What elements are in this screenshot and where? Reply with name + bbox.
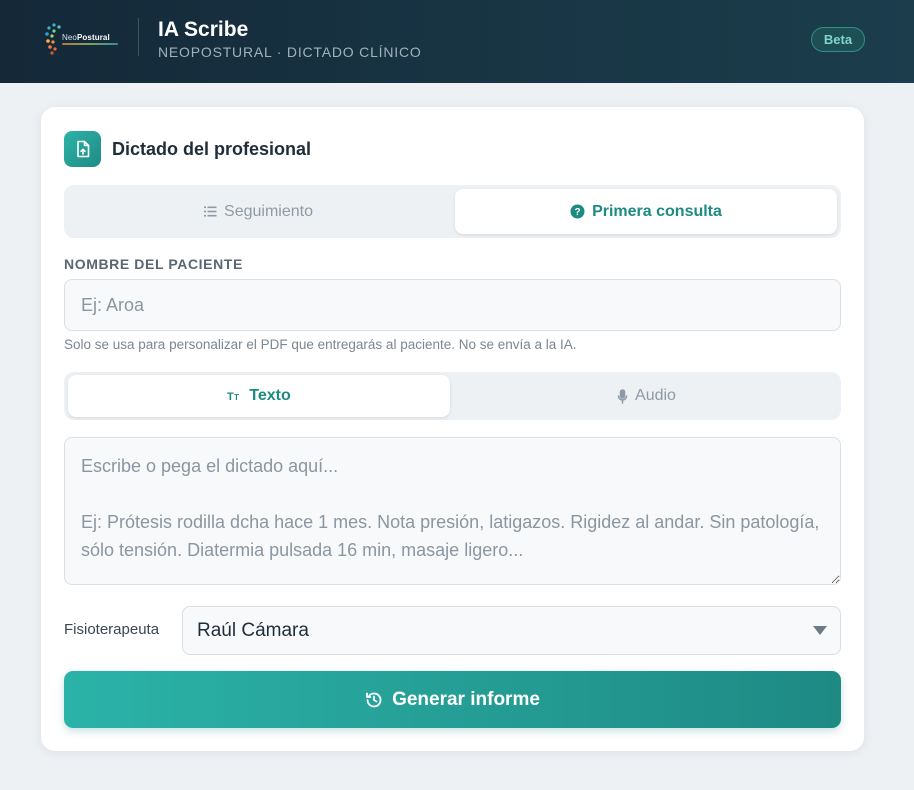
svg-text:T: T xyxy=(227,391,234,402)
header-divider xyxy=(138,18,139,56)
history-icon xyxy=(366,692,382,707)
tab-primera-consulta-label: Primera consulta xyxy=(592,202,722,220)
question-circle-icon: ? xyxy=(570,204,585,219)
dictation-textarea[interactable] xyxy=(64,437,841,585)
physio-label: Fisioterapeuta xyxy=(64,621,160,638)
consult-type-toggle: Seguimiento ? Primera consulta xyxy=(64,185,841,238)
card-title: Dictado del profesional xyxy=(112,139,312,159)
input-mode-toggle: T T Texto Audio xyxy=(64,372,841,420)
patient-name-input[interactable] xyxy=(64,279,841,331)
generate-report-label: Generar informe xyxy=(392,688,540,710)
dictation-card: Dictado del profesional Seguimiento ? Pr… xyxy=(41,107,864,751)
neopostural-logo: NeoPostural xyxy=(44,22,119,56)
physio-select[interactable]: Raúl Cámara xyxy=(182,606,841,655)
tab-seguimiento[interactable]: Seguimiento xyxy=(68,189,449,234)
app-header: NeoPostural IA Scribe NEOPOSTURAL · DICT… xyxy=(0,0,914,83)
logo-dots-icon xyxy=(45,23,61,55)
patient-name-hint: Solo se usa para personalizar el PDF que… xyxy=(64,337,577,352)
logo-text: NeoPostural xyxy=(62,33,110,42)
logo-underline xyxy=(62,43,118,45)
generate-report-button[interactable]: Generar informe xyxy=(64,671,841,728)
logo-text-suffix: Postural xyxy=(76,33,110,42)
file-upload-icon xyxy=(64,131,101,167)
app-title: IA Scribe xyxy=(158,18,249,41)
beta-badge: Beta xyxy=(811,27,865,52)
tab-seguimiento-label: Seguimiento xyxy=(224,202,313,220)
chevron-down-icon xyxy=(813,626,827,635)
physio-selected-value: Raúl Cámara xyxy=(197,620,309,641)
tab-audio-label: Audio xyxy=(635,387,676,404)
list-icon xyxy=(204,206,217,217)
tab-audio[interactable]: Audio xyxy=(456,375,837,417)
svg-text:?: ? xyxy=(575,207,581,218)
tab-texto[interactable]: T T Texto xyxy=(68,375,450,417)
text-size-icon: T T xyxy=(227,391,239,402)
patient-name-label: NOMBRE DEL PACIENTE xyxy=(64,256,243,272)
tab-texto-label: Texto xyxy=(249,387,291,404)
tab-primera-consulta[interactable]: ? Primera consulta xyxy=(455,189,837,234)
app-subtitle: NEOPOSTURAL · DICTADO CLÍNICO xyxy=(158,44,422,60)
svg-text:T: T xyxy=(234,393,239,402)
microphone-icon xyxy=(617,388,628,404)
logo-text-prefix: Neo xyxy=(62,33,77,42)
